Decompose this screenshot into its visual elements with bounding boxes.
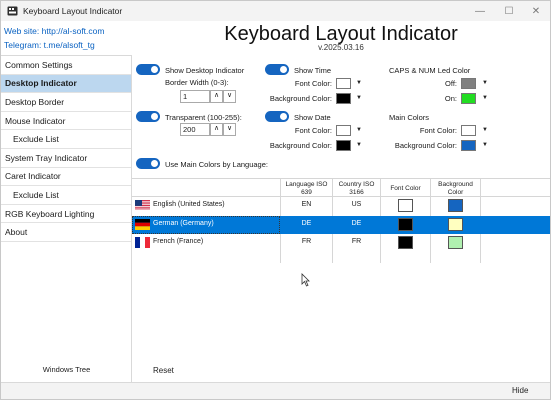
font-color-swatch[interactable]: [398, 217, 413, 231]
flag-us-icon: [135, 200, 150, 211]
mouse-cursor-icon: [301, 273, 310, 287]
date-bg-color-label: Background Color:: [269, 141, 332, 150]
transparent-label: Transparent (100-255):: [165, 113, 242, 122]
language-name-cell: English (United States): [153, 201, 225, 208]
led-on-label: On:: [444, 94, 457, 103]
minimize-button[interactable]: —: [466, 1, 494, 21]
chevron-down-icon[interactable]: ▼: [482, 127, 488, 133]
main-colors-label: Main Colors: [389, 113, 430, 122]
telegram-link[interactable]: Telegram: t.me/alsoft_tg: [4, 38, 104, 52]
keyboard-icon: [7, 6, 18, 16]
show-time-label: Show Time: [294, 66, 332, 75]
show-desktop-indicator-toggle[interactable]: [136, 64, 160, 75]
chevron-down-icon[interactable]: ▼: [482, 80, 488, 86]
language-iso-cell: FR: [301, 238, 312, 245]
table-row[interactable]: French (France) FR FR: [132, 234, 550, 252]
border-width-label: Border Width (0-3):: [165, 78, 229, 87]
increment-icon[interactable]: ∧: [210, 90, 223, 103]
website-link[interactable]: Web site: http://al-soft.com: [4, 24, 104, 38]
status-bar: [1, 382, 550, 399]
sidebar-item-desktop-border[interactable]: Desktop Border: [1, 93, 131, 112]
caps-num-led-label: CAPS & NUM Led Color: [389, 66, 471, 75]
date-font-color-label: Font Color:: [294, 126, 332, 135]
decrement-icon[interactable]: ∨: [223, 90, 236, 103]
main-bg-color-label: Background Color:: [394, 141, 457, 150]
decrement-icon[interactable]: ∨: [223, 123, 236, 136]
sidebar-item-system-tray-indicator[interactable]: System Tray Indicator: [1, 149, 131, 168]
time-font-color-swatch[interactable]: [336, 78, 351, 89]
maximize-button[interactable]: ☐: [495, 1, 523, 21]
use-main-colors-label: Use Main Colors by Language:: [165, 160, 268, 169]
transparent-stepper[interactable]: 200 ∧ ∨: [180, 123, 236, 136]
time-bg-color-label: Background Color:: [269, 94, 332, 103]
sidebar: Common Settings Desktop Indicator Desktop …: [1, 55, 132, 383]
app-window: Keyboard Layout Indicator — ☐ ✕ Web site…: [0, 0, 551, 400]
sidebar-item-exclude-list[interactable]: Exclude List: [1, 186, 131, 205]
sidebar-item-about[interactable]: About: [1, 223, 131, 242]
show-date-toggle[interactable]: [265, 111, 289, 122]
sidebar-item-caret-indicator[interactable]: Caret Indicator: [1, 168, 131, 187]
country-iso-cell: DE: [351, 219, 362, 227]
led-off-color-swatch[interactable]: [461, 78, 476, 89]
column-header-language[interactable]: Language ISO 639: [281, 181, 332, 197]
chevron-down-icon[interactable]: ▼: [356, 95, 362, 101]
column-header-bg-color[interactable]: Background Color: [431, 181, 480, 197]
windows-tree-label[interactable]: Windows Tree: [1, 365, 132, 374]
language-table: Language ISO 639 Country ISO 3166 Font C…: [132, 178, 550, 263]
main-font-color-swatch[interactable]: [461, 125, 476, 136]
bg-color-swatch[interactable]: [448, 217, 463, 231]
window-title: Keyboard Layout Indicator: [23, 6, 123, 16]
chevron-down-icon[interactable]: ▼: [482, 95, 488, 101]
show-desktop-indicator-label: Show Desktop Indicator: [165, 66, 245, 75]
transparent-value[interactable]: 200: [180, 123, 210, 136]
title-bar: Keyboard Layout Indicator — ☐ ✕: [1, 1, 550, 21]
show-time-toggle[interactable]: [265, 64, 289, 75]
sidebar-item-exclude-list[interactable]: Exclude List: [1, 130, 131, 149]
show-date-label: Show Date: [294, 113, 331, 122]
led-on-color-swatch[interactable]: [461, 93, 476, 104]
language-iso-cell: DE: [301, 219, 312, 227]
sidebar-item-desktop-indicator[interactable]: Desktop Indicator: [1, 74, 131, 94]
sidebar-item-common-settings[interactable]: Common Settings: [1, 56, 131, 75]
transparent-toggle[interactable]: [136, 111, 160, 122]
time-bg-color-swatch[interactable]: [336, 93, 351, 104]
date-font-color-swatch[interactable]: [336, 125, 351, 136]
border-width-stepper[interactable]: 1 ∧ ∨: [180, 90, 236, 103]
font-color-swatch[interactable]: [398, 199, 413, 212]
country-iso-cell: FR: [351, 238, 362, 245]
bg-color-swatch[interactable]: [448, 199, 463, 212]
chevron-down-icon[interactable]: ▼: [356, 80, 362, 86]
chevron-down-icon[interactable]: ▼: [356, 127, 362, 133]
hide-button[interactable]: Hide: [512, 386, 528, 395]
divider: [132, 178, 550, 179]
bg-color-swatch[interactable]: [448, 236, 463, 249]
table-row[interactable]: German (Germany) DE DE: [132, 215, 550, 234]
increment-icon[interactable]: ∧: [210, 123, 223, 136]
use-main-colors-toggle[interactable]: [136, 158, 160, 169]
date-bg-color-swatch[interactable]: [336, 140, 351, 151]
chevron-down-icon[interactable]: ▼: [356, 142, 362, 148]
chevron-down-icon[interactable]: ▼: [482, 142, 488, 148]
font-color-swatch[interactable]: [398, 236, 413, 249]
column-header-country[interactable]: Country ISO 3166: [333, 181, 380, 197]
reset-button[interactable]: Reset: [153, 366, 174, 375]
column-header-font-color[interactable]: Font Color: [381, 185, 430, 193]
language-iso-cell: EN: [301, 201, 312, 208]
table-row[interactable]: English (United States) EN US: [132, 197, 550, 215]
main-font-color-label: Font Color:: [419, 126, 457, 135]
main-bg-color-swatch[interactable]: [461, 140, 476, 151]
border-width-value[interactable]: 1: [180, 90, 210, 103]
focus-outline: [132, 215, 280, 234]
close-button[interactable]: ✕: [522, 1, 550, 21]
language-name-cell: French (France): [153, 238, 204, 245]
country-iso-cell: US: [351, 201, 362, 208]
sidebar-item-rgb-keyboard-lighting[interactable]: RGB Keyboard Lighting: [1, 205, 131, 224]
time-font-color-label: Font Color:: [294, 79, 332, 88]
header-links: Web site: http://al-soft.com Telegram: t…: [4, 24, 104, 52]
flag-fr-icon: [135, 237, 150, 248]
led-off-label: Off:: [445, 79, 457, 88]
version-label: v.2025.03.16: [318, 43, 364, 52]
sidebar-item-mouse-indicator[interactable]: Mouse Indicator: [1, 112, 131, 131]
